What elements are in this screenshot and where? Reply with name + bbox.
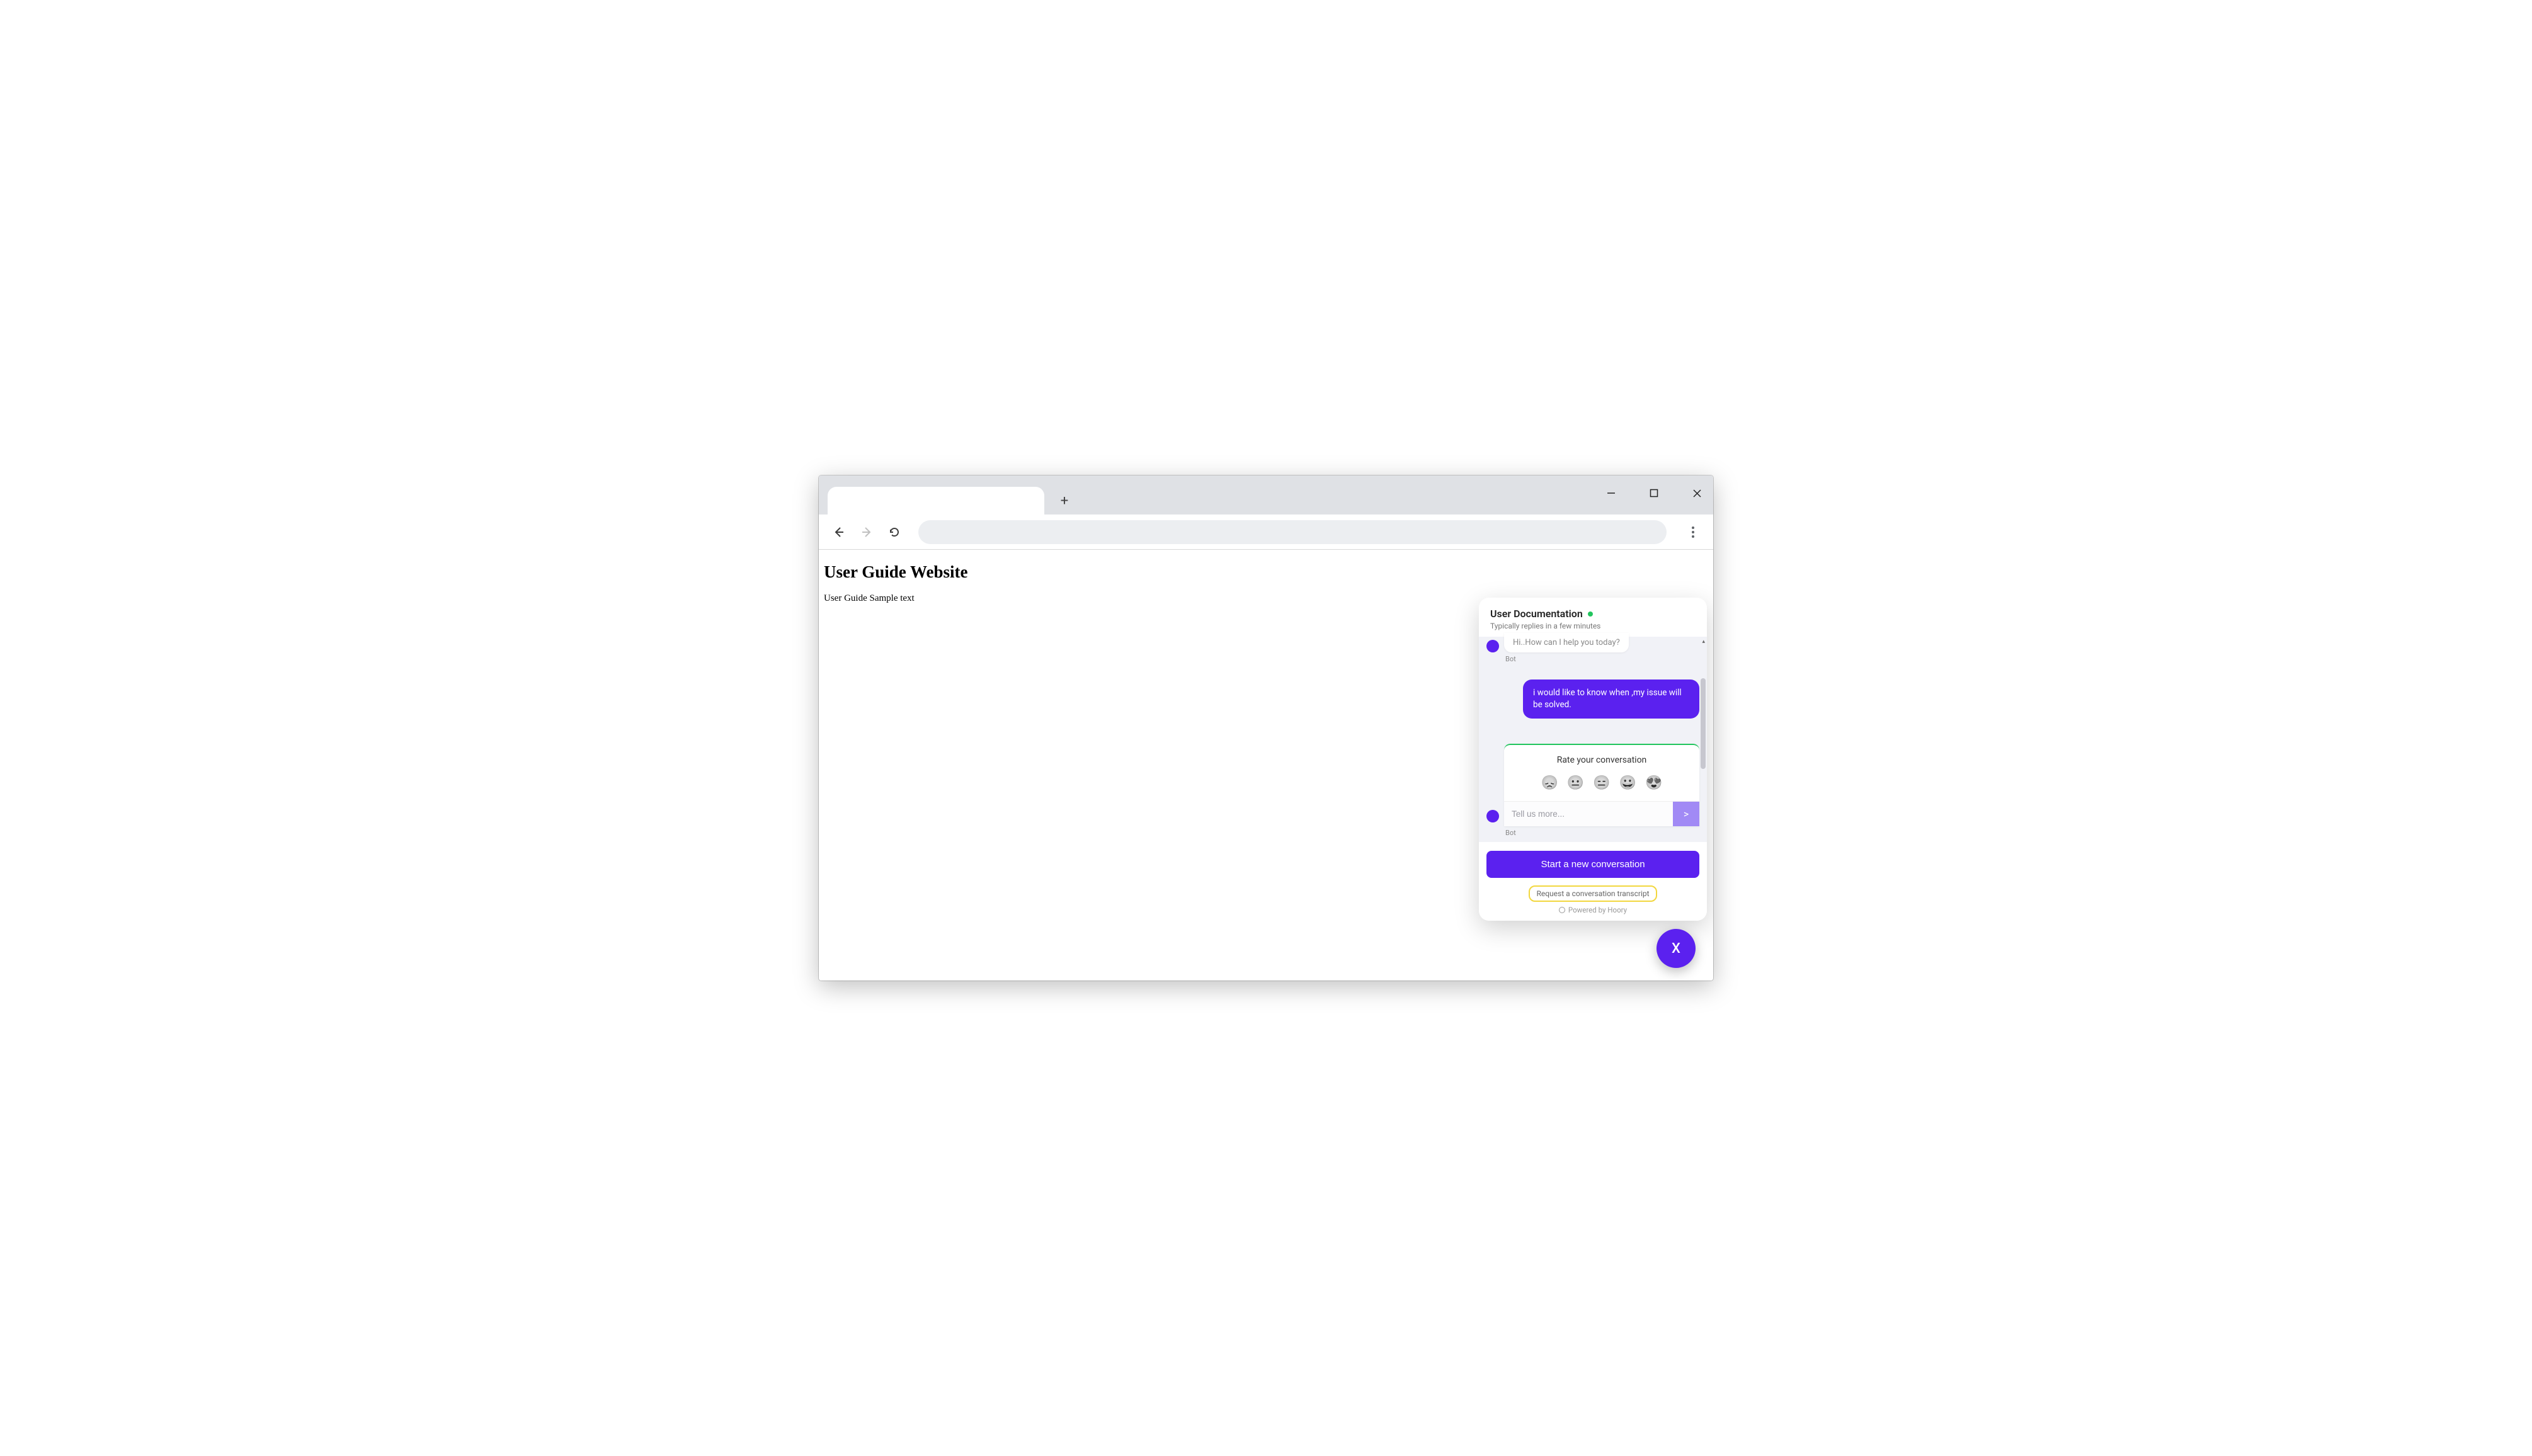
chat-subtitle: Typically replies in a few minutes: [1490, 622, 1696, 630]
rate-feedback-input[interactable]: [1504, 801, 1673, 826]
close-icon: X: [1672, 941, 1680, 957]
rate-emoji-3[interactable]: 😑: [1593, 775, 1610, 791]
rate-emoji-1[interactable]: 😞: [1541, 775, 1558, 791]
bot-avatar: [1486, 810, 1499, 822]
rate-send-button[interactable]: >: [1673, 801, 1699, 826]
page-viewport: User Guide Website User Guide Sample tex…: [819, 550, 1713, 981]
window-controls: [1601, 483, 1707, 503]
powered-by-text: Powered by Hoory: [1568, 906, 1627, 914]
plus-icon: +: [1061, 493, 1068, 509]
rate-emoji-row: 😞 😐 😑 😀 😍: [1504, 773, 1699, 801]
rate-title: Rate your conversation: [1504, 745, 1699, 773]
rate-emoji-2[interactable]: 😐: [1567, 775, 1584, 791]
forward-button[interactable]: [854, 520, 879, 545]
bot-avatar: [1486, 640, 1499, 652]
scroll-up-icon[interactable]: ▴: [1702, 639, 1705, 645]
chat-widget: User Documentation Typically replies in …: [1479, 598, 1707, 921]
new-tab-button[interactable]: +: [1053, 489, 1076, 512]
request-transcript-link[interactable]: Request a conversation transcript: [1529, 885, 1657, 902]
chat-scrollbar[interactable]: [1701, 678, 1706, 769]
minimize-button[interactable]: [1601, 483, 1621, 503]
rate-conversation-card: Rate your conversation 😞 😐 😑 😀 😍: [1504, 744, 1699, 826]
bot-message-row: Hi..How can I help you today?: [1486, 637, 1699, 652]
brand-ring-icon: [1559, 907, 1565, 913]
bot-message-bubble: Hi..How can I help you today?: [1504, 633, 1629, 652]
chat-header: User Documentation Typically replies in …: [1479, 598, 1707, 637]
powered-by-label: Powered by Hoory: [1486, 906, 1699, 914]
address-bar[interactable]: [918, 520, 1667, 544]
chat-body[interactable]: ▴ Hi..How can I help you today? Bot i wo…: [1479, 637, 1707, 842]
browser-window: +: [819, 475, 1713, 981]
browser-toolbar: [819, 515, 1713, 550]
chat-title: User Documentation: [1490, 608, 1583, 620]
bot-sender-label: Bot: [1505, 655, 1699, 663]
chat-close-fab[interactable]: X: [1657, 929, 1696, 968]
rate-emoji-5[interactable]: 😍: [1645, 775, 1662, 791]
close-button[interactable]: [1687, 483, 1707, 503]
browser-menu-button[interactable]: [1680, 520, 1706, 545]
chat-footer: Start a new conversation Request a conve…: [1479, 842, 1707, 921]
online-status-icon: [1588, 611, 1593, 617]
back-button[interactable]: [826, 520, 852, 545]
bot-sender-label: Bot: [1505, 829, 1699, 837]
tab-strip: +: [819, 475, 1713, 515]
rate-emoji-4[interactable]: 😀: [1619, 775, 1636, 791]
browser-tab[interactable]: [828, 487, 1044, 515]
maximize-button[interactable]: [1644, 483, 1664, 503]
page-title: User Guide Website: [824, 562, 1707, 582]
user-message-bubble: i would like to know when ,my issue will…: [1523, 680, 1699, 719]
reload-button[interactable]: [882, 520, 907, 545]
start-new-conversation-button[interactable]: Start a new conversation: [1486, 851, 1699, 878]
